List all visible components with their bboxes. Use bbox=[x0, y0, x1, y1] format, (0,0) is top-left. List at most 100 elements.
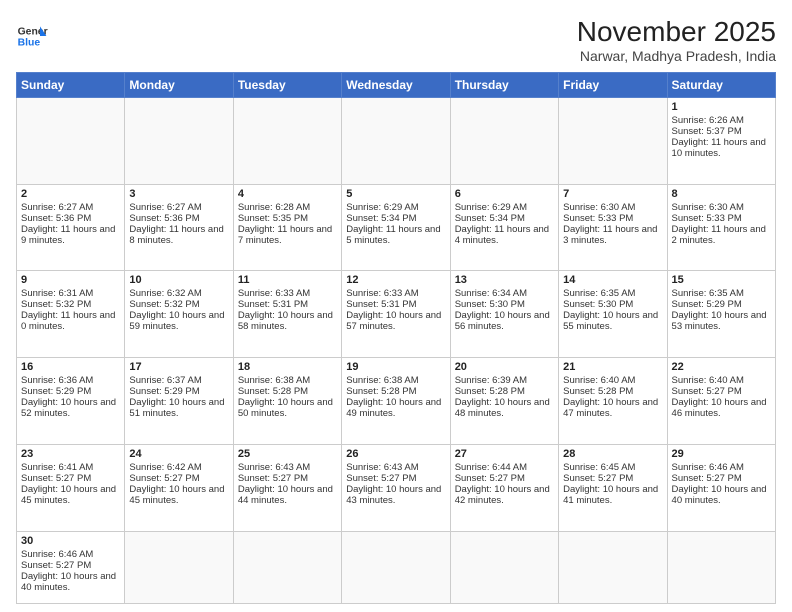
day-number: 4 bbox=[238, 188, 337, 200]
table-row: 22Sunrise: 6:40 AMSunset: 5:27 PMDayligh… bbox=[667, 358, 775, 445]
day-info: Daylight: 11 hours and 3 minutes. bbox=[563, 224, 662, 246]
day-info: Sunrise: 6:30 AM bbox=[672, 202, 771, 213]
table-row bbox=[125, 98, 233, 185]
header-saturday: Saturday bbox=[667, 73, 775, 98]
day-info: Sunrise: 6:40 AM bbox=[563, 375, 662, 386]
table-row: 13Sunrise: 6:34 AMSunset: 5:30 PMDayligh… bbox=[450, 271, 558, 358]
day-info: Sunrise: 6:46 AM bbox=[21, 549, 120, 560]
day-info: Daylight: 10 hours and 40 minutes. bbox=[672, 484, 771, 506]
table-row: 18Sunrise: 6:38 AMSunset: 5:28 PMDayligh… bbox=[233, 358, 341, 445]
table-row: 1 Sunrise: 6:26 AMSunset: 5:37 PMDaylight… bbox=[667, 98, 775, 185]
day-info: Sunset: 5:30 PM bbox=[563, 299, 662, 310]
day-info: Daylight: 10 hours and 41 minutes. bbox=[563, 484, 662, 506]
day-info: Sunset: 5:29 PM bbox=[129, 386, 228, 397]
table-row: 3Sunrise: 6:27 AMSunset: 5:36 PMDaylight… bbox=[125, 184, 233, 271]
day-info: Sunset: 5:32 PM bbox=[21, 299, 120, 310]
day-info: Sunrise: 6:30 AM bbox=[563, 202, 662, 213]
day-info: Sunset: 5:30 PM bbox=[455, 299, 554, 310]
day-info: Sunrise: 6:40 AM bbox=[672, 375, 771, 386]
table-row bbox=[233, 531, 341, 603]
table-row: 9Sunrise: 6:31 AMSunset: 5:32 PMDaylight… bbox=[17, 271, 125, 358]
day-info: Sunset: 5:27 PM bbox=[21, 560, 120, 571]
header-thursday: Thursday bbox=[450, 73, 558, 98]
day-info: Sunset: 5:27 PM bbox=[563, 473, 662, 484]
day-info: Daylight: 10 hours and 46 minutes. bbox=[672, 397, 771, 419]
day-info: Daylight: 10 hours and 59 minutes. bbox=[129, 310, 228, 332]
title-block: November 2025 Narwar, Madhya Pradesh, In… bbox=[577, 16, 776, 64]
day-info: Sunset: 5:34 PM bbox=[455, 213, 554, 224]
header-tuesday: Tuesday bbox=[233, 73, 341, 98]
day-info: Daylight: 10 hours and 53 minutes. bbox=[672, 310, 771, 332]
day-info: Sunrise: 6:32 AM bbox=[129, 288, 228, 299]
day-number: 14 bbox=[563, 274, 662, 286]
day-number: 19 bbox=[346, 361, 445, 373]
table-row bbox=[342, 531, 450, 603]
day-info: Sunset: 5:29 PM bbox=[672, 299, 771, 310]
day-info: Sunrise: 6:36 AM bbox=[21, 375, 120, 386]
day-info: Sunrise: 6:28 AM bbox=[238, 202, 337, 213]
day-info: Sunset: 5:29 PM bbox=[21, 386, 120, 397]
day-info: Sunset: 5:28 PM bbox=[455, 386, 554, 397]
table-row bbox=[125, 531, 233, 603]
day-info: Daylight: 10 hours and 42 minutes. bbox=[455, 484, 554, 506]
header-monday: Monday bbox=[125, 73, 233, 98]
day-number: 3 bbox=[129, 188, 228, 200]
logo-icon: General Blue bbox=[16, 20, 48, 52]
day-info: Sunrise: 6:41 AM bbox=[21, 462, 120, 473]
day-info: Sunset: 5:27 PM bbox=[672, 473, 771, 484]
day-info: Sunset: 5:31 PM bbox=[238, 299, 337, 310]
day-number: 16 bbox=[21, 361, 120, 373]
day-info: Daylight: 10 hours and 43 minutes. bbox=[346, 484, 445, 506]
day-number: 9 bbox=[21, 274, 120, 286]
day-number: 20 bbox=[455, 361, 554, 373]
day-number: 28 bbox=[563, 448, 662, 460]
day-info: Sunrise: 6:38 AM bbox=[346, 375, 445, 386]
table-row bbox=[667, 531, 775, 603]
header-wednesday: Wednesday bbox=[342, 73, 450, 98]
day-info: Daylight: 11 hours and 4 minutes. bbox=[455, 224, 554, 246]
day-info: Daylight: 10 hours and 51 minutes. bbox=[129, 397, 228, 419]
day-number: 17 bbox=[129, 361, 228, 373]
day-number: 13 bbox=[455, 274, 554, 286]
day-info: Sunset: 5:37 PM bbox=[672, 126, 771, 137]
day-number: 1 bbox=[672, 101, 771, 113]
location: Narwar, Madhya Pradesh, India bbox=[577, 48, 776, 64]
day-info: Sunset: 5:36 PM bbox=[21, 213, 120, 224]
table-row: 21Sunrise: 6:40 AMSunset: 5:28 PMDayligh… bbox=[559, 358, 667, 445]
day-number: 12 bbox=[346, 274, 445, 286]
day-info: Sunset: 5:27 PM bbox=[455, 473, 554, 484]
day-info: Sunrise: 6:27 AM bbox=[129, 202, 228, 213]
day-info: Sunrise: 6:29 AM bbox=[455, 202, 554, 213]
day-info: Sunset: 5:35 PM bbox=[238, 213, 337, 224]
table-row: 27Sunrise: 6:44 AMSunset: 5:27 PMDayligh… bbox=[450, 444, 558, 531]
day-info: Sunset: 5:28 PM bbox=[346, 386, 445, 397]
day-number: 23 bbox=[21, 448, 120, 460]
day-info: Sunrise: 6:33 AM bbox=[346, 288, 445, 299]
day-number: 21 bbox=[563, 361, 662, 373]
day-info: Daylight: 11 hours and 10 minutes. bbox=[672, 137, 771, 159]
table-row: 16 Sunrise: 6:36 AMSunset: 5:29 PMDayligh… bbox=[17, 358, 125, 445]
day-info: Sunrise: 6:26 AM bbox=[672, 115, 771, 126]
day-info: Sunrise: 6:33 AM bbox=[238, 288, 337, 299]
table-row: 2Sunrise: 6:27 AMSunset: 5:36 PMDaylight… bbox=[17, 184, 125, 271]
day-number: 5 bbox=[346, 188, 445, 200]
day-info: Sunset: 5:32 PM bbox=[129, 299, 228, 310]
table-row bbox=[342, 98, 450, 185]
day-info: Sunset: 5:33 PM bbox=[563, 213, 662, 224]
day-info: Daylight: 10 hours and 52 minutes. bbox=[21, 397, 120, 419]
day-info: Sunrise: 6:35 AM bbox=[563, 288, 662, 299]
day-number: 22 bbox=[672, 361, 771, 373]
table-row: 12Sunrise: 6:33 AMSunset: 5:31 PMDayligh… bbox=[342, 271, 450, 358]
table-row: 23Sunrise: 6:41 AMSunset: 5:27 PMDayligh… bbox=[17, 444, 125, 531]
day-info: Sunrise: 6:43 AM bbox=[238, 462, 337, 473]
header-sunday: Sunday bbox=[17, 73, 125, 98]
day-number: 8 bbox=[672, 188, 771, 200]
day-info: Daylight: 11 hours and 9 minutes. bbox=[21, 224, 120, 246]
day-info: Sunrise: 6:35 AM bbox=[672, 288, 771, 299]
day-info: Daylight: 10 hours and 45 minutes. bbox=[129, 484, 228, 506]
day-info: Daylight: 11 hours and 2 minutes. bbox=[672, 224, 771, 246]
table-row: 11Sunrise: 6:33 AMSunset: 5:31 PMDayligh… bbox=[233, 271, 341, 358]
weekday-header-row: Sunday Monday Tuesday Wednesday Thursday… bbox=[17, 73, 776, 98]
header: General Blue November 2025 Narwar, Madhy… bbox=[16, 16, 776, 64]
day-number: 18 bbox=[238, 361, 337, 373]
